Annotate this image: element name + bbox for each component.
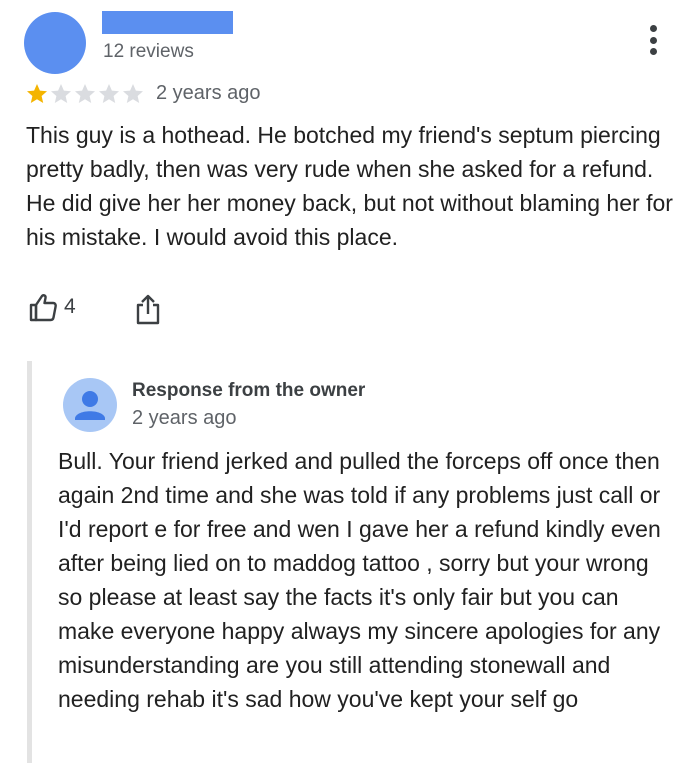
owner-response-title: Response from the owner [132,380,366,401]
star-empty-icon [99,84,119,103]
reviewer-avatar[interactable] [24,12,86,74]
owner-response: Response from the owner 2 years ago Bull… [27,361,687,763]
reviewer-name-redacted[interactable] [102,11,233,34]
star-empty-icon [51,84,71,103]
more-dot [649,48,657,55]
reviewer-reviews-count[interactable]: 12 reviews [103,41,194,63]
star-empty-icon [123,84,143,103]
owner-response-time: 2 years ago [132,407,237,429]
more-vert-icon[interactable] [645,22,661,58]
star-filled-icon [27,84,47,103]
star-empty-icon [75,84,95,103]
owner-response-text: Bull. Your friend jerked and pulled the … [58,448,661,712]
more-dot [649,25,657,32]
owner-avatar[interactable] [63,378,117,432]
share-button[interactable] [135,293,161,330]
like-count: 4 [64,295,76,318]
star-rating [25,82,145,106]
review-text: This guy is a hothead. He botched my fri… [26,122,673,250]
share-icon [136,294,160,325]
thumbs-up-icon [29,294,57,322]
like-button[interactable]: 4 [28,292,76,322]
review-time: 2 years ago [156,82,261,104]
more-dot [649,36,657,44]
